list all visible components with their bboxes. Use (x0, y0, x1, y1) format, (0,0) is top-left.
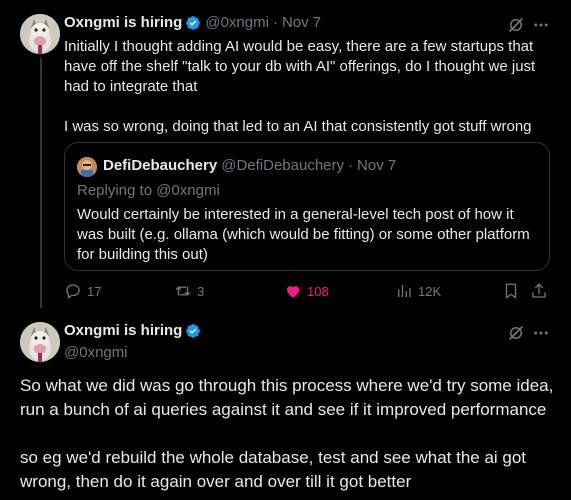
tweet-parent[interactable]: Oxngmi is hiring @0xngmi · Nov 7 Initial… (0, 0, 571, 310)
replying-to-mention: @0xngmi (156, 182, 220, 199)
reply-button[interactable]: 17 (64, 282, 101, 300)
views-button[interactable]: 12K (395, 282, 441, 300)
tweet-text: So what we did was go through this proce… (20, 376, 554, 491)
repost-button[interactable]: 3 (174, 282, 204, 300)
grok-icon[interactable] (507, 16, 525, 34)
author-name[interactable]: Oxngmi is hiring (64, 14, 182, 31)
author-handle[interactable]: @0xngmi (64, 344, 128, 361)
tweet-header: Oxngmi is hiring (64, 322, 201, 339)
author-name[interactable]: Oxngmi is hiring (64, 322, 182, 339)
quoted-author-avatar[interactable] (77, 157, 97, 177)
separator-dot: · (348, 157, 354, 174)
like-button[interactable]: 108 (284, 282, 329, 300)
author-avatar[interactable] (20, 14, 60, 54)
reply-icon (66, 284, 80, 299)
verified-badge-icon (186, 15, 201, 30)
share-icon[interactable] (530, 282, 548, 300)
more-options-icon[interactable] (532, 324, 550, 342)
author-handle[interactable]: @0xngmi (205, 14, 269, 31)
tweet-action-bar: 17 3 108 12K (64, 282, 554, 302)
verified-badge-icon (186, 323, 201, 338)
replying-to-prefix: Replying to (77, 182, 153, 199)
quoted-author-handle: @DefiDebauchery (221, 157, 345, 174)
tweet-text: Initially I thought adding AI would be e… (64, 38, 536, 135)
quoted-tweet-text: Would certainly be interested in a gener… (77, 206, 530, 263)
more-options-icon[interactable] (532, 16, 550, 34)
tweet-main[interactable]: Oxngmi is hiring @0xngmi So what we did … (0, 310, 571, 500)
tweet-date[interactable]: Nov 7 (282, 14, 321, 31)
author-avatar[interactable] (20, 322, 60, 362)
quoted-tweet-date: Nov 7 (357, 157, 397, 174)
view-count: 12K (418, 283, 442, 299)
grok-icon[interactable] (507, 324, 525, 342)
separator-dot: · (272, 14, 278, 31)
replying-to-line: Replying to @0xngmi (77, 182, 220, 199)
bookmark-icon[interactable] (502, 282, 520, 300)
quoted-tweet-card[interactable]: DefiDebauchery @DefiDebauchery · Nov 7 R… (64, 142, 550, 271)
repost-icon (175, 286, 191, 296)
thread-connector-line (40, 58, 42, 308)
heart-icon (287, 286, 299, 298)
like-count: 108 (307, 283, 329, 299)
quoted-author-name: DefiDebauchery (103, 157, 218, 174)
quoted-tweet-header: DefiDebauchery @DefiDebauchery · Nov 7 (103, 157, 396, 174)
analytics-icon (398, 285, 411, 297)
reply-count: 17 (87, 283, 102, 299)
repost-count: 3 (197, 283, 205, 299)
tweet-header: Oxngmi is hiring @0xngmi · Nov 7 (64, 14, 321, 31)
